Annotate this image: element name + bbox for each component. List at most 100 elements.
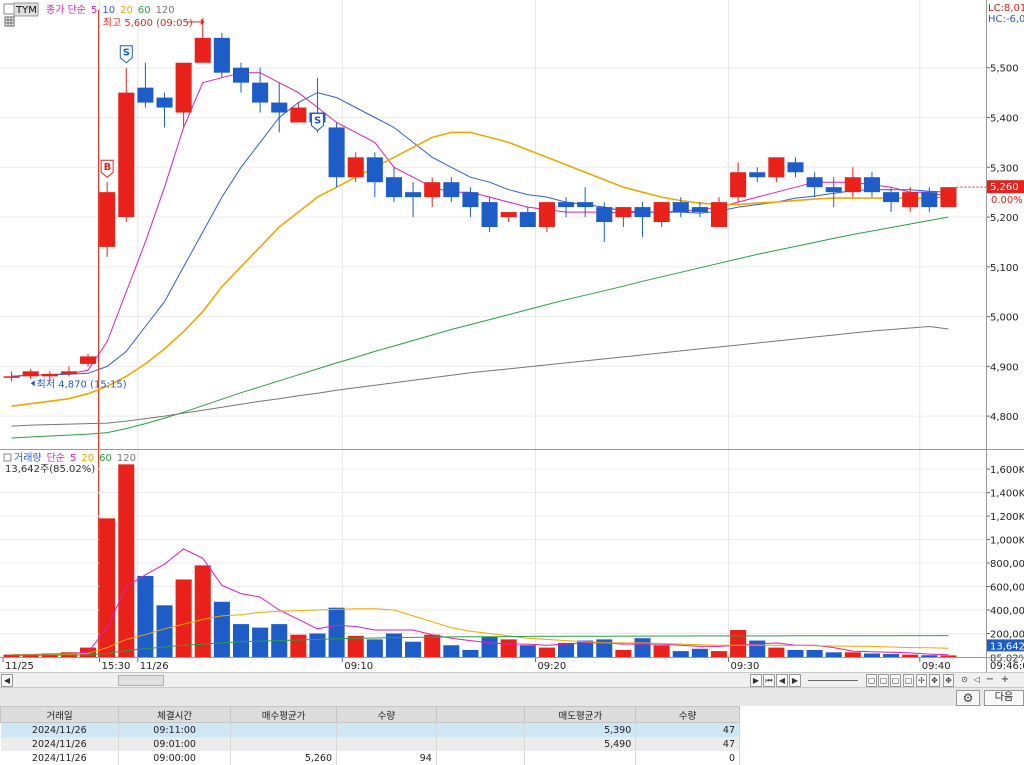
candle[interactable]	[519, 212, 536, 227]
volume-bar[interactable]	[749, 640, 766, 657]
candle[interactable]	[787, 162, 804, 173]
candle[interactable]	[749, 172, 766, 178]
grid-icon[interactable]	[4, 16, 15, 27]
candle[interactable]	[883, 192, 900, 203]
volume-bar[interactable]	[290, 634, 307, 657]
volume-bar[interactable]	[768, 647, 785, 657]
volume-bar[interactable]	[500, 639, 517, 657]
candle[interactable]	[940, 187, 957, 208]
candle[interactable]	[825, 187, 842, 193]
zoom-in-icon[interactable]: ▢	[878, 674, 889, 687]
zoom-fit-icon[interactable]: ▢	[866, 674, 877, 687]
volume-bar[interactable]	[118, 464, 135, 657]
volume-bar[interactable]	[653, 645, 670, 657]
candle[interactable]	[863, 177, 880, 193]
collapse-icon[interactable]	[3, 3, 15, 15]
candle[interactable]	[194, 37, 211, 63]
volume-bar[interactable]	[615, 649, 632, 657]
table-row[interactable]: 2024/11/26 09:11:00 5,390 47	[0, 722, 740, 737]
volume-bar[interactable]	[137, 575, 154, 657]
scroll-right-button[interactable]: ▶	[750, 674, 762, 687]
volume-bar[interactable]	[405, 641, 422, 657]
candle[interactable]	[481, 202, 498, 227]
table-row[interactable]: 2024/11/26 09:01:00 5,490 47	[0, 737, 740, 751]
candle[interactable]	[405, 192, 422, 198]
volume-bar[interactable]	[232, 624, 250, 657]
candle[interactable]	[710, 202, 728, 227]
candle[interactable]	[615, 207, 632, 218]
volume-bar[interactable]	[156, 605, 173, 657]
volume-bar[interactable]	[902, 654, 919, 657]
volume-bar[interactable]	[309, 633, 326, 657]
volume-bar[interactable]	[462, 649, 479, 657]
volume-bar[interactable]	[940, 655, 957, 657]
candle[interactable]	[768, 157, 785, 178]
table-row[interactable]: 2024/11/26 09:00:00 5,260 94 0	[0, 751, 740, 765]
volume-bar[interactable]	[730, 629, 747, 657]
candle[interactable]	[902, 192, 919, 208]
candle[interactable]	[806, 177, 823, 188]
zoom-out-icon[interactable]: ▢	[890, 674, 901, 687]
candle[interactable]	[634, 207, 651, 218]
volume-bar[interactable]	[710, 651, 728, 657]
candle[interactable]	[844, 177, 861, 193]
window-icon[interactable]: ▢	[903, 674, 914, 687]
volume-bar[interactable]	[99, 518, 116, 657]
zoom-out-small[interactable]: −	[985, 674, 995, 687]
volume-bar[interactable]	[691, 648, 708, 657]
volume-bar[interactable]	[558, 642, 575, 657]
candle[interactable]	[596, 207, 613, 223]
volume-collapse-icon[interactable]	[3, 453, 12, 462]
pan-alt-icon[interactable]: ✥	[943, 674, 954, 687]
candle[interactable]	[271, 102, 288, 113]
next-button[interactable]: 다음	[984, 690, 1024, 706]
candle[interactable]	[80, 356, 97, 364]
scroll-left-small[interactable]: ◁	[972, 674, 982, 687]
volume-bar[interactable]	[596, 639, 613, 657]
next-page-button[interactable]: ▶	[789, 674, 801, 687]
volume-bar[interactable]	[921, 655, 938, 657]
chart-area[interactable]: 4,800 4,900 5,000 5,100 5,200 5,300 5,400 5,500…	[0, 0, 1024, 672]
candle[interactable]	[921, 192, 938, 208]
volume-bar[interactable]	[787, 649, 804, 657]
volume-bar[interactable]	[634, 638, 651, 657]
lock-icon[interactable]: ⊙	[959, 674, 970, 687]
zoom-in-small[interactable]: +	[1000, 674, 1010, 687]
candle[interactable]	[156, 97, 173, 108]
volume-bar[interactable]	[328, 607, 345, 657]
volume-bar[interactable]	[366, 639, 383, 657]
volume-bar[interactable]	[347, 635, 364, 657]
candle[interactable]	[22, 371, 39, 377]
candle[interactable]	[99, 192, 116, 247]
volume-bar[interactable]	[213, 601, 230, 657]
volume-bar[interactable]	[863, 653, 880, 657]
candle[interactable]	[366, 157, 383, 183]
settings-gear-icon[interactable]: ⚙	[956, 690, 980, 706]
candle[interactable]	[672, 202, 689, 213]
volume-bar[interactable]	[672, 651, 689, 657]
candle[interactable]	[577, 202, 594, 208]
volume-bar[interactable]	[844, 652, 861, 657]
candle[interactable]	[118, 92, 135, 218]
candle[interactable]	[328, 127, 345, 178]
volume-bar[interactable]	[385, 633, 402, 657]
volume-bar[interactable]	[481, 637, 498, 657]
candle[interactable]	[213, 37, 230, 73]
candle[interactable]	[424, 182, 441, 198]
candle[interactable]	[290, 107, 307, 123]
prev-page-button[interactable]: ◀	[776, 674, 788, 687]
scroll-thumb[interactable]	[118, 675, 164, 686]
candle[interactable]	[653, 202, 670, 223]
candle[interactable]	[462, 192, 479, 208]
candle[interactable]	[538, 202, 555, 227]
candle[interactable]	[232, 67, 250, 83]
candle[interactable]	[3, 376, 20, 378]
volume-bar[interactable]	[519, 645, 536, 657]
volume-bar[interactable]	[806, 649, 823, 657]
candle[interactable]	[691, 207, 708, 213]
scroll-left-button[interactable]: ◀	[1, 674, 13, 687]
volume-bar[interactable]	[825, 652, 842, 657]
candle[interactable]	[347, 157, 364, 178]
candle[interactable]	[730, 172, 747, 198]
volume-bar[interactable]	[538, 647, 555, 657]
